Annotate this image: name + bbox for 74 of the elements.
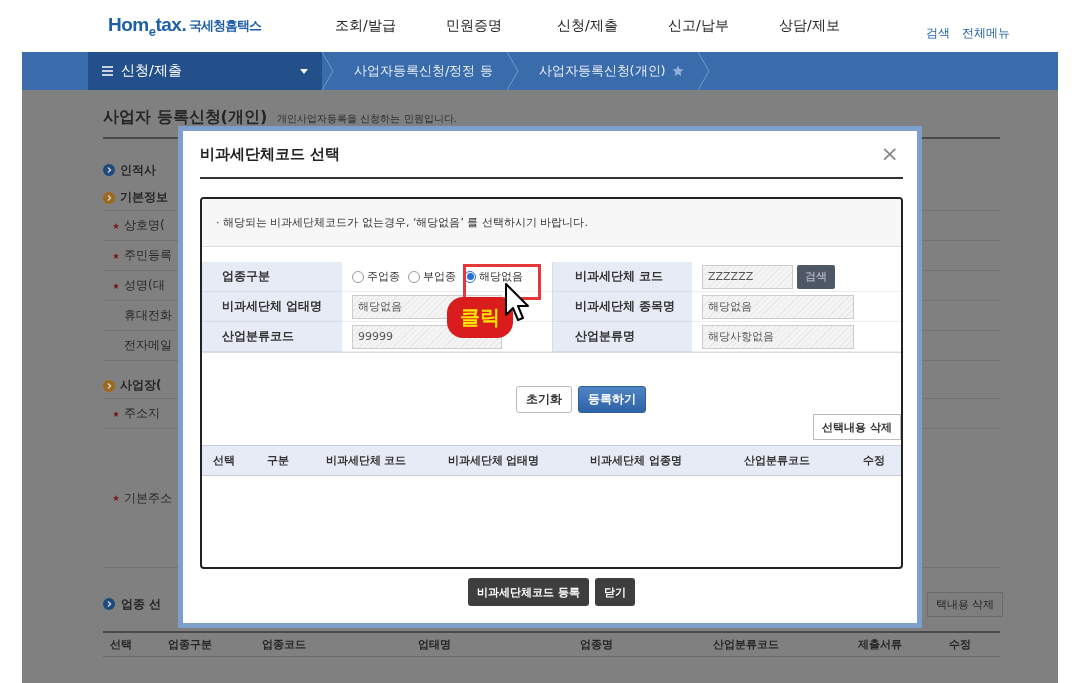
cursor-icon (505, 283, 531, 323)
column-header: 업종코드 (261, 637, 307, 652)
column-header: 업종명 (578, 637, 614, 652)
column-header: 산업분류코드 (743, 453, 811, 468)
header-link[interactable]: 검색 (926, 24, 950, 42)
column-header: 구분 (266, 453, 290, 468)
reset-button[interactable]: 초기화 (515, 386, 572, 413)
column-header: 선택 (212, 453, 236, 468)
section-title: 업종 선 (121, 595, 162, 613)
group-title: 사업장( (120, 377, 162, 394)
dialog-title: 비과세단체코드 선택 (200, 144, 341, 164)
page-subtitle: 개인사업자등록을 신청하는 민원입니다. (277, 112, 457, 126)
column-header: 수정 (862, 453, 886, 468)
column-header: 업태명 (416, 637, 452, 652)
logo[interactable]: Hom$_{e}$tax. (108, 13, 187, 39)
field-label: 업종구분 (202, 262, 342, 292)
text-field[interactable]: 해당사항없음 (702, 324, 854, 349)
field-label: 산업분류명 (552, 322, 692, 352)
radio-option[interactable]: 부업종 (408, 269, 456, 284)
arrow-circle-icon (103, 379, 115, 392)
arrow-circle-icon (103, 164, 115, 176)
field-label: 산업분류코드 (202, 322, 342, 352)
arrow-circle-icon (103, 598, 115, 610)
column-header: 비과세단체 업종명 (589, 453, 683, 468)
field-label: 주소지 (124, 405, 160, 422)
text-field[interactable]: ZZZZZZ (702, 264, 793, 289)
field-label: 기본주소 (124, 489, 172, 507)
field-label: 성명(대 (124, 277, 165, 294)
nav-link[interactable]: 조회/발급 (335, 17, 446, 35)
column-header: 비과세단체 코드 (324, 453, 408, 468)
close-button[interactable]: 닫기 (594, 578, 635, 606)
search-button[interactable]: 검색 (797, 264, 835, 289)
field-label: 비과세단체 종목명 (552, 292, 692, 322)
callout-badge: 클릭 (447, 297, 513, 338)
nav-link[interactable]: 상담/제보 (779, 17, 890, 35)
radio-option[interactable]: 주업종 (352, 269, 400, 284)
radio-option[interactable]: 해당없음 (464, 269, 523, 284)
field-label: 상호명( (124, 217, 165, 234)
nav-link[interactable]: 신청/제출 (557, 17, 668, 35)
field-label: 비과세단체 업태명 (202, 292, 342, 322)
menu-icon (102, 66, 113, 76)
chevron-separator-icon (322, 52, 334, 90)
close-button[interactable]: × (876, 143, 903, 165)
field-label: 주민등록 (124, 247, 172, 264)
nav-link[interactable]: 신고/납부 (668, 17, 779, 35)
star-icon (671, 65, 684, 77)
column-header: 비과세단체 업태명 (446, 453, 541, 468)
delete-button[interactable]: 선택내용 삭제 (813, 414, 901, 440)
logo-subtitle: 국세청홈택스 (189, 17, 262, 35)
chevron-separator-icon (697, 52, 710, 90)
field-label: 비과세단체 코드 (552, 262, 692, 292)
register-button[interactable]: 등록하기 (577, 386, 646, 413)
column-header: 수정 (947, 637, 972, 652)
caret-icon (300, 68, 308, 74)
notice-text: · 해당되는 비과세단체코드가 없는경우, ‘해당없음’ 를 선택하시기 바랍니다. (216, 215, 588, 230)
breadcrumb-link[interactable]: 사업자등록신청(개인) (518, 52, 698, 90)
field-label: 전자메일 (124, 337, 172, 354)
menu-dropdown[interactable]: 신청/제출 (88, 52, 322, 90)
field-label: 휴대전화 (124, 307, 172, 324)
column-header: 선택 (109, 637, 133, 652)
chevron-separator-icon (506, 52, 519, 90)
column-header: 업종구분 (167, 637, 213, 652)
column-header: 산업분류코드 (712, 637, 780, 652)
register-button[interactable]: 비과세단체코드 등록 (468, 578, 589, 606)
nav-link[interactable]: 민원증명 (446, 17, 557, 35)
column-header: 제출서류 (857, 637, 903, 652)
delete-button[interactable]: 택내용 삭제 (926, 591, 1003, 617)
page-title: 사업자 등록신청(개인) (103, 107, 268, 128)
arrow-circle-icon (103, 191, 115, 204)
breadcrumb-link[interactable]: 사업자등록신청/정정 등 (334, 52, 507, 90)
section-title: 인적사 (120, 161, 156, 179)
header-link[interactable]: 전체메뉴 (962, 24, 1010, 42)
text-field[interactable]: 해당없음 (702, 294, 854, 319)
group-title: 기본정보 (120, 189, 168, 206)
